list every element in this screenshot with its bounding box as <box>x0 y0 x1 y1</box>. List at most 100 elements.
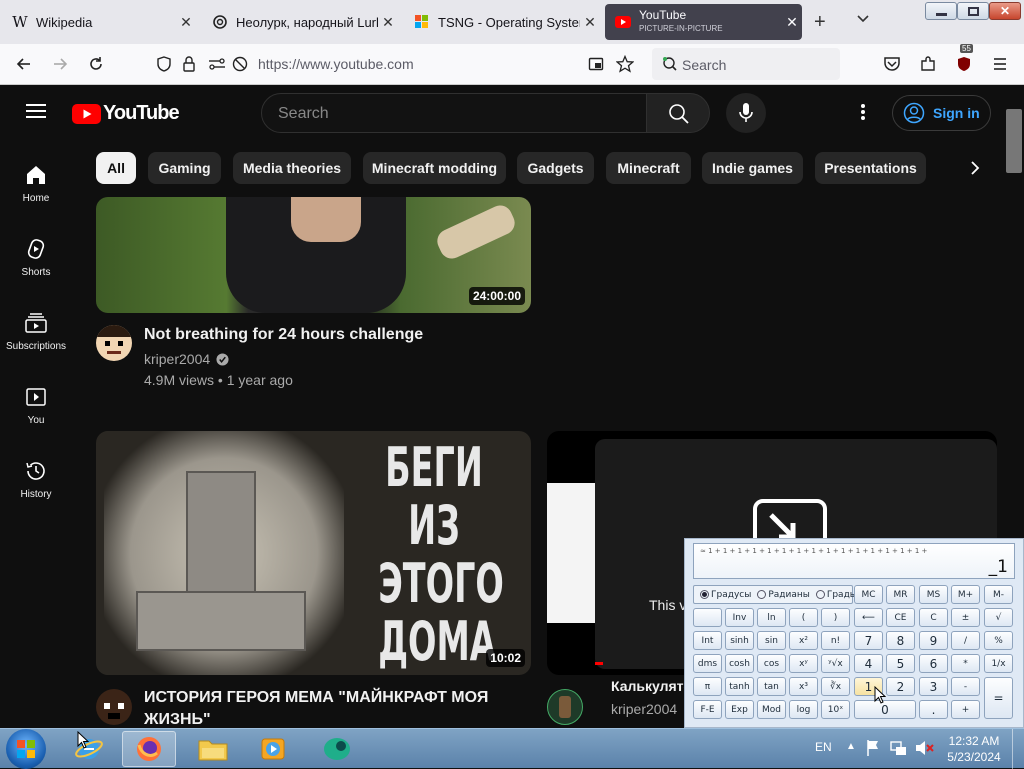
calc-key-0-4[interactable]: ) <box>821 608 850 627</box>
taskbar-app-button[interactable] <box>310 731 364 767</box>
channel-avatar[interactable] <box>547 689 583 725</box>
calc-key-4-7[interactable]: . <box>919 700 948 719</box>
sidebar-item-you[interactable]: You <box>0 385 72 426</box>
search-bar[interactable]: Search <box>652 48 840 80</box>
video-title[interactable]: Калькулято <box>611 675 691 697</box>
chip-minecraft[interactable]: Minecraft <box>606 152 691 184</box>
url-bar[interactable]: https://www.youtube.com <box>150 48 646 80</box>
calc-key-2-0[interactable]: dms <box>693 654 722 673</box>
volume-muted-icon[interactable] <box>914 739 934 757</box>
grads-radio[interactable]: Грады <box>815 590 857 600</box>
back-button[interactable] <box>10 50 38 78</box>
calc-key-2-2[interactable]: cos <box>757 654 786 673</box>
close-icon[interactable]: ✕ <box>580 14 600 31</box>
pocket-icon[interactable] <box>878 50 906 78</box>
reload-button[interactable] <box>82 50 110 78</box>
taskbar-explorer-button[interactable] <box>186 731 240 767</box>
calc-key-1-2[interactable]: sin <box>757 631 786 650</box>
calc-key-2-4[interactable]: ʸ√x <box>821 654 850 673</box>
degrees-radio[interactable]: Градусы <box>700 590 751 600</box>
calc-key-4-3[interactable]: log <box>789 700 818 719</box>
reader-view-icon[interactable] <box>588 56 604 72</box>
chevron-right-icon[interactable] <box>970 161 980 175</box>
channel-name[interactable]: kriper2004 <box>611 701 677 717</box>
sidebar-item-shorts[interactable]: Shorts <box>0 237 72 278</box>
calc-key-3-8[interactable]: - <box>951 677 980 696</box>
autoplay-blocked-icon[interactable] <box>232 56 248 72</box>
channel-name[interactable]: kriper2004 <box>144 351 229 367</box>
calc-key-0-8[interactable]: ± <box>951 608 980 627</box>
calc-key-3-4[interactable]: ∛x <box>821 677 850 696</box>
permissions-icon[interactable] <box>208 56 226 72</box>
shield-icon[interactable] <box>156 56 172 72</box>
calc-key-2-1[interactable]: cosh <box>725 654 754 673</box>
channel-avatar[interactable] <box>96 325 132 361</box>
calc-key-4-2[interactable]: Mod <box>757 700 786 719</box>
calc-key-2-8[interactable]: * <box>951 654 980 673</box>
show-desktop-button[interactable] <box>1012 729 1024 769</box>
calc-key-1-3[interactable]: x² <box>789 631 818 650</box>
calc-key-1-5[interactable]: 7 <box>854 631 883 650</box>
calc-key-3-7[interactable]: 3 <box>919 677 948 696</box>
lock-icon[interactable] <box>182 56 196 72</box>
close-window-button[interactable]: ✕ <box>989 2 1021 20</box>
search-button[interactable] <box>646 93 710 133</box>
show-hidden-icons-icon[interactable]: ▲ <box>846 741 856 752</box>
sidebar-item-subscriptions[interactable]: Subscriptions <box>0 311 72 352</box>
chip-all[interactable]: All <box>96 152 136 184</box>
calc-key-0-3[interactable]: ( <box>789 608 818 627</box>
calc-key-1-6[interactable]: 8 <box>886 631 915 650</box>
forward-button[interactable] <box>46 50 74 78</box>
memory-ms-button[interactable]: MS <box>919 585 948 604</box>
calc-key-2-5[interactable]: 4 <box>854 654 883 673</box>
sidebar-item-home[interactable]: Home <box>0 163 72 204</box>
video-title[interactable]: ИСТОРИЯ ГЕРОЯ МЕМА "МАЙНКРАФТ МОЯ ЖИЗНЬ" <box>144 687 524 728</box>
calc-key-2-3[interactable]: xʸ <box>789 654 818 673</box>
clock[interactable]: 12:32 AM 5/23/2024 <box>946 733 1002 765</box>
calc-key-0-7[interactable]: C <box>919 608 948 627</box>
calc-key-3-9[interactable]: = <box>984 677 1013 719</box>
tab-wikipedia[interactable]: W Wikipedia ✕ <box>2 4 196 40</box>
calc-key-3-1[interactable]: tanh <box>725 677 754 696</box>
calc-key-2-9[interactable]: 1/x <box>984 654 1013 673</box>
tab-tsng[interactable]: TSNG - Operating Systems ✕ <box>404 4 600 40</box>
calc-key-1-0[interactable]: Int <box>693 631 722 650</box>
calc-key-0-1[interactable]: Inv <box>725 608 754 627</box>
chip-gadgets[interactable]: Gadgets <box>517 152 594 184</box>
minimize-button[interactable] <box>925 2 957 20</box>
hamburger-menu-icon[interactable] <box>26 103 46 119</box>
ublock-icon[interactable]: 55 <box>950 44 978 78</box>
voice-search-button[interactable] <box>726 93 766 133</box>
bookmark-star-icon[interactable] <box>616 55 634 73</box>
calc-key-0-0[interactable] <box>693 608 722 627</box>
chip-presentations[interactable]: Presentations <box>815 152 926 184</box>
start-button[interactable] <box>6 729 46 769</box>
calc-key-2-7[interactable]: 6 <box>919 654 948 673</box>
taskbar-ie-button[interactable] <box>62 731 116 767</box>
sign-in-button[interactable]: Sign in <box>892 95 991 131</box>
calc-key-4-1[interactable]: Exp <box>725 700 754 719</box>
youtube-logo[interactable]: YouTube <box>72 102 180 125</box>
chip-minecraft-modding[interactable]: Minecraft modding <box>363 152 506 184</box>
taskbar-media-player-button[interactable] <box>246 731 300 767</box>
calc-key-4-8[interactable]: + <box>951 700 980 719</box>
calc-key-1-7[interactable]: 9 <box>919 631 948 650</box>
url-text[interactable]: https://www.youtube.com <box>258 56 414 72</box>
calc-key-1-4[interactable]: n! <box>821 631 850 650</box>
calc-key-0-9[interactable]: √ <box>984 608 1013 627</box>
sidebar-item-history[interactable]: History <box>0 459 72 500</box>
radians-radio[interactable]: Радианы <box>757 590 810 600</box>
memory-mplus-button[interactable]: M+ <box>951 585 980 604</box>
memory-mr-button[interactable]: MR <box>886 585 915 604</box>
memory-mc-button[interactable]: MC <box>854 585 883 604</box>
chip-gaming[interactable]: Gaming <box>148 152 221 184</box>
network-icon[interactable] <box>890 739 908 757</box>
calc-key-4-0[interactable]: F-E <box>693 700 722 719</box>
extensions-icon[interactable] <box>914 50 942 78</box>
action-center-flag-icon[interactable] <box>866 739 882 757</box>
restore-button[interactable] <box>957 2 989 20</box>
calc-key-3-3[interactable]: x³ <box>789 677 818 696</box>
calc-key-0-6[interactable]: CE <box>886 608 915 627</box>
chip-media-theories[interactable]: Media theories <box>233 152 351 184</box>
language-indicator[interactable]: EN <box>815 740 832 754</box>
